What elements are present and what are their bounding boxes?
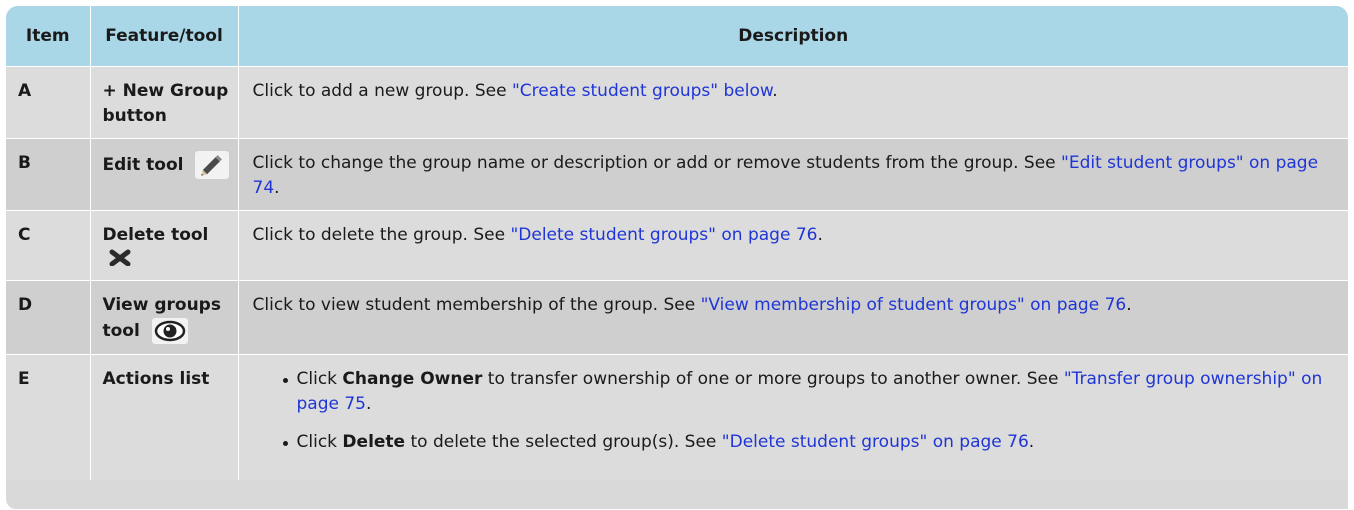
table-header-row: Item Feature/tool Description [6, 6, 1348, 67]
description-text: Click to view student membership of the … [252, 295, 701, 315]
actions-bullet-list: Click Change Owner to transfer ownership… [253, 367, 1339, 455]
bullet-end: . [1028, 432, 1035, 452]
bullet-end: . [366, 394, 372, 414]
feature-cell: Delete tool [90, 210, 239, 281]
feature-name: + New Group button [90, 66, 239, 139]
table-row: D View groups tool Click to view student… [6, 280, 1348, 355]
bullet-text: to transfer ownership of one or more gro… [482, 369, 1064, 389]
description-end: . [817, 225, 823, 245]
header-feature: Feature/tool [90, 6, 239, 67]
delete-x-icon [109, 248, 131, 274]
description-end: . [274, 178, 280, 198]
create-student-groups-link[interactable]: "Create student groups" below [512, 81, 772, 101]
description-cell: Click to view student membership of the … [238, 280, 1348, 355]
description-cell: Click to change the group name or descri… [238, 138, 1348, 211]
list-item: Click Change Owner to transfer ownership… [282, 367, 1339, 417]
header-item: Item [6, 6, 91, 67]
bullet-text: to delete the selected group(s). See [405, 432, 722, 452]
description-end: . [772, 81, 778, 101]
bullet-text: Click [296, 432, 343, 452]
eye-icon [151, 318, 188, 344]
feature-name: Delete tool [102, 225, 209, 245]
table-row: E Actions list Click Change Owner to tra… [6, 354, 1348, 480]
feature-name: Actions list [90, 354, 239, 480]
change-owner-label: Change Owner [342, 369, 483, 389]
description-text: Click to add a new group. See [252, 81, 512, 101]
table-row: B Edit tool Click to change the group na… [6, 138, 1348, 211]
delete-label: Delete [342, 432, 406, 452]
description-end: . [1126, 295, 1132, 315]
delete-student-groups-link[interactable]: "Delete student groups" on page 76 [510, 225, 817, 245]
feature-table: Item Feature/tool Description A + New Gr… [6, 6, 1348, 480]
item-letter: D [6, 280, 91, 355]
feature-name: Edit tool [102, 155, 184, 175]
feature-table-container: Item Feature/tool Description A + New Gr… [6, 6, 1348, 509]
feature-cell: Edit tool [90, 138, 239, 211]
description-cell: Click to add a new group. See "Create st… [238, 66, 1348, 139]
item-letter: E [6, 354, 91, 480]
description-cell: Click Change Owner to transfer ownership… [238, 354, 1348, 480]
description-cell: Click to delete the group. See "Delete s… [238, 210, 1348, 281]
item-letter: B [6, 138, 91, 211]
view-membership-link[interactable]: "View membership of student groups" on p… [701, 295, 1127, 315]
list-item: Click Delete to delete the selected grou… [282, 430, 1339, 455]
header-description: Description [238, 6, 1348, 67]
feature-cell: View groups tool [90, 280, 239, 355]
item-letter: C [6, 210, 91, 281]
table-row: C Delete tool Click to delete the group.… [6, 210, 1348, 281]
description-text: Click to change the group name or descri… [252, 153, 1062, 173]
pencil-icon [195, 151, 230, 179]
description-text: Click to delete the group. See [252, 225, 511, 245]
delete-student-groups-link[interactable]: "Delete student groups" on page 76 [722, 432, 1029, 452]
table-row: A + New Group button Click to add a new … [6, 66, 1348, 139]
item-letter: A [6, 66, 91, 139]
bullet-text: Click [296, 369, 343, 389]
